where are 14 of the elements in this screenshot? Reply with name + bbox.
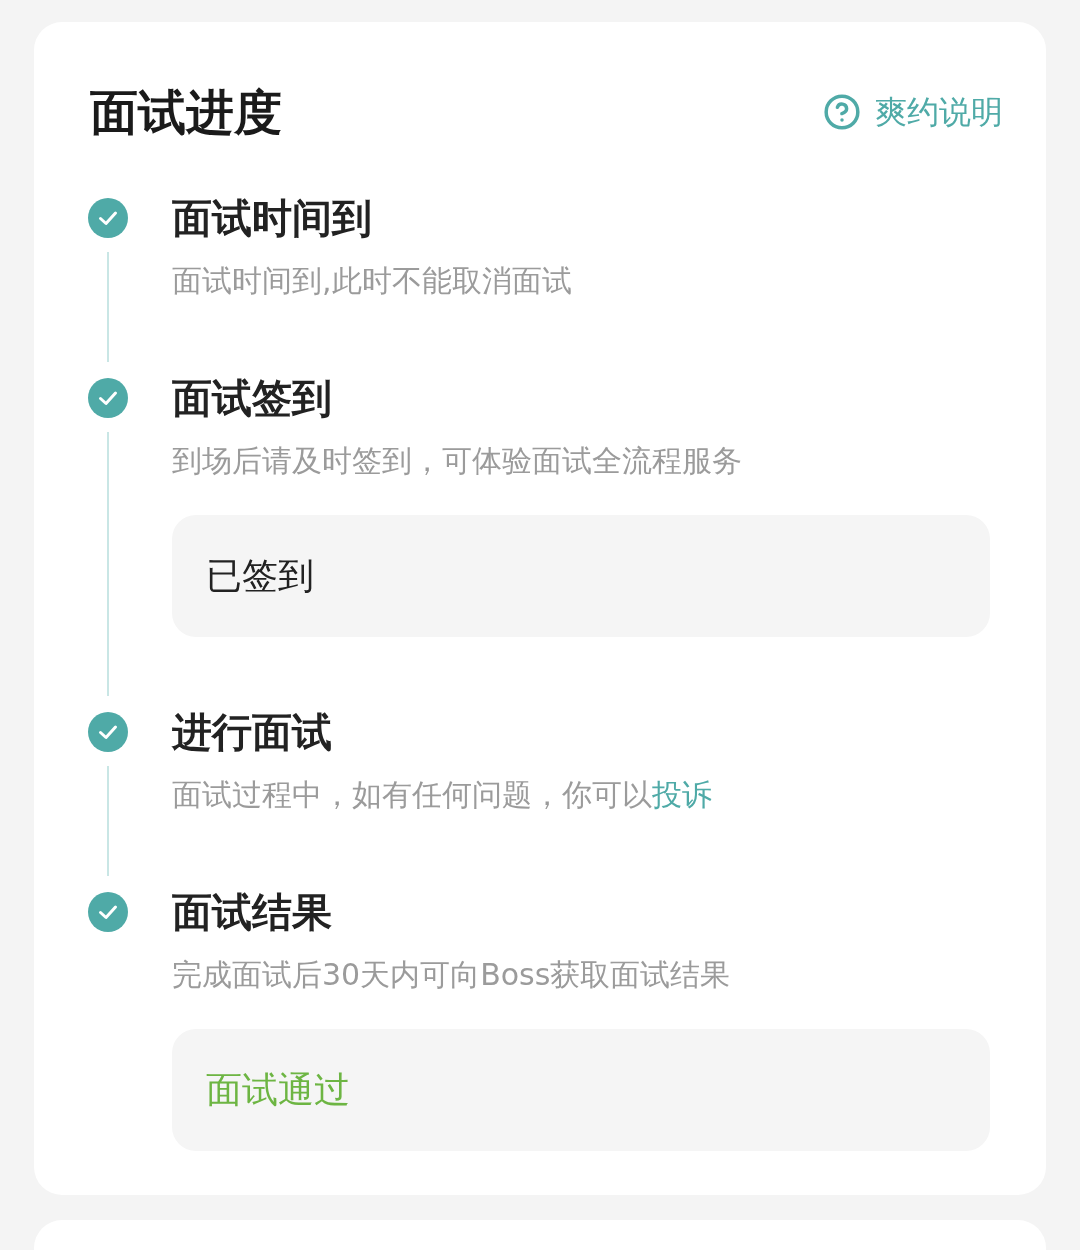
step-result: 面试通过	[172, 1029, 990, 1151]
complaint-link[interactable]: 投诉	[652, 777, 712, 812]
step-title: 进行面试	[172, 708, 332, 757]
step-title: 面试签到	[172, 374, 332, 423]
no-show-help-link[interactable]: 爽约说明	[823, 90, 1003, 134]
step-title: 面试时间到	[172, 194, 372, 243]
help-icon	[823, 93, 861, 131]
step-description: 完成面试后30天内可向Boss获取面试结果	[172, 956, 731, 994]
step-description: 面试过程中，如有任何问题，你可以投诉	[172, 776, 712, 814]
step-title: 面试结果	[172, 888, 332, 937]
step-description: 面试时间到,此时不能取消面试	[172, 262, 572, 300]
card-title: 面试进度	[90, 83, 282, 142]
step-result: 已签到	[172, 515, 990, 637]
step-description: 到场后请及时签到，可体验面试全流程服务	[172, 442, 742, 480]
